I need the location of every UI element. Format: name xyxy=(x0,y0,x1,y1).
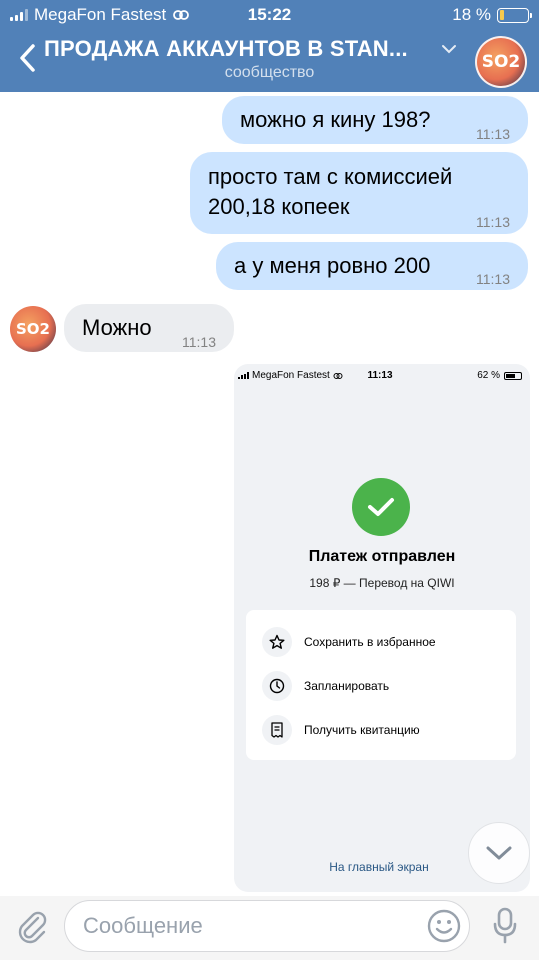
message-time: 11:13 xyxy=(476,126,510,142)
smile-icon[interactable] xyxy=(426,908,462,944)
message-composer xyxy=(0,896,539,960)
battery-icon xyxy=(497,7,532,23)
message-text: Можно xyxy=(82,315,152,340)
clock-icon xyxy=(262,671,292,701)
message-text: просто там с комиссией 200,18 копеек xyxy=(208,164,453,219)
action-receipt[interactable]: Получить квитанцию xyxy=(262,714,420,746)
payment-actions-card: Сохранить в избранное Запланировать Полу… xyxy=(246,610,516,760)
payment-subtitle: 198 ₽ — Перевод на QIWI xyxy=(309,576,455,590)
screenshot-status-bar: MegaFon Fastest 11:13 62 % xyxy=(238,370,522,384)
screenshot-battery-info: 62 % xyxy=(477,370,522,381)
microphone-icon[interactable] xyxy=(490,906,520,946)
message-bubble[interactable]: можно я кину 198? 11:13 xyxy=(222,96,528,144)
avatar-logo: SO2 xyxy=(16,320,50,338)
action-save-favorite[interactable]: Сохранить в избранное xyxy=(262,626,436,658)
message-time: 11:13 xyxy=(182,334,216,350)
message-bubble[interactable]: Можно 11:13 xyxy=(64,304,234,352)
action-label: Получить квитанцию xyxy=(304,723,420,737)
chat-header: MegaFon Fastest 15:22 18 % ПРОДАЖА АККАУ… xyxy=(0,0,539,92)
receipt-icon xyxy=(262,715,292,745)
action-label: Сохранить в избранное xyxy=(304,635,436,649)
star-icon xyxy=(262,627,292,657)
chat-subtitle: сообщество xyxy=(224,64,315,81)
message-input[interactable] xyxy=(64,900,470,952)
action-label: Запланировать xyxy=(304,679,390,693)
battery-info: 18 % xyxy=(452,5,532,25)
message-list[interactable]: можно я кину 198? 11:13 просто там с ком… xyxy=(0,92,539,896)
message-text: а у меня ровно 200 xyxy=(234,253,431,278)
status-bar: MegaFon Fastest 15:22 18 % xyxy=(0,0,539,30)
battery-percent: 18 % xyxy=(452,5,491,24)
community-avatar[interactable]: SO2 xyxy=(475,36,527,88)
payment-title: Платеж отправлен xyxy=(308,548,456,565)
chevron-down-icon[interactable] xyxy=(440,42,458,56)
message-bubble[interactable]: а у меня ровно 200 11:13 xyxy=(216,242,528,290)
message-bubble[interactable]: просто там с комиссией 200,18 копеек 11:… xyxy=(190,152,528,234)
scroll-down-button[interactable] xyxy=(468,822,530,884)
paperclip-icon[interactable] xyxy=(14,908,50,944)
screenshot-battery: 62 % xyxy=(477,370,500,381)
message-text: можно я кину 198? xyxy=(240,107,431,132)
success-check-icon xyxy=(352,478,410,536)
attached-screenshot[interactable]: MegaFon Fastest 11:13 62 % Платеж отправ… xyxy=(234,364,530,892)
chevron-down-icon xyxy=(486,846,512,860)
message-time: 11:13 xyxy=(476,214,510,230)
avatar-logo: SO2 xyxy=(481,52,521,72)
battery-icon xyxy=(504,371,522,380)
chat-title[interactable]: ПРОДАЖА АККАУНТОВ В STAN... xyxy=(44,36,424,62)
message-time: 11:13 xyxy=(476,271,510,287)
sender-avatar[interactable]: SO2 xyxy=(10,306,56,352)
action-schedule[interactable]: Запланировать xyxy=(262,670,389,702)
